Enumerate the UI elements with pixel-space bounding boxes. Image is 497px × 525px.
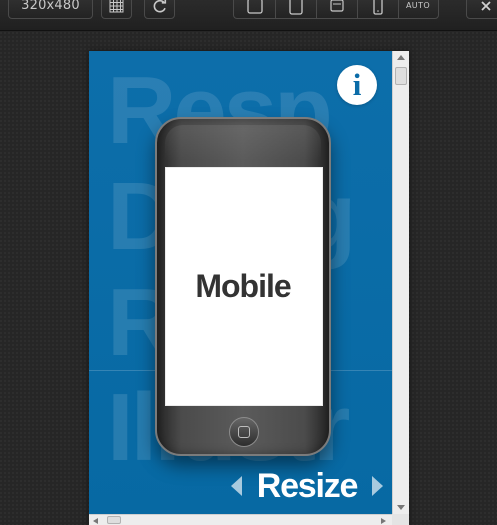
small-landscape-button[interactable] bbox=[316, 0, 358, 18]
close-button[interactable] bbox=[466, 0, 497, 19]
auto-button[interactable]: AUTO bbox=[398, 0, 438, 18]
phone-portrait-icon bbox=[372, 0, 383, 15]
resize-left-arrow-icon[interactable] bbox=[231, 476, 242, 496]
scroll-left-arrow-icon[interactable] bbox=[93, 518, 98, 524]
home-square-icon bbox=[238, 426, 250, 438]
horizontal-scrollbar[interactable] bbox=[89, 514, 409, 525]
resolution-button[interactable]: 320x480 bbox=[8, 0, 93, 19]
top-toolbar: 320x480 AUTO bbox=[0, 0, 497, 31]
resize-right-arrow-icon[interactable] bbox=[372, 476, 383, 496]
grid-icon bbox=[109, 0, 124, 13]
scroll-up-arrow-icon[interactable] bbox=[397, 55, 405, 60]
small-landscape-icon bbox=[329, 0, 344, 12]
device-viewport: Resp Desig Resp Illustr i Mobile Resize bbox=[89, 51, 409, 525]
responsive-content: Resp Desig Resp Illustr i Mobile Resize bbox=[89, 51, 392, 514]
info-icon: i bbox=[352, 67, 362, 102]
tablet-landscape-button[interactable] bbox=[234, 0, 276, 18]
mobile-label: Mobile bbox=[195, 268, 291, 304]
tablet-portrait-button[interactable] bbox=[275, 0, 317, 18]
resize-label: Resize bbox=[256, 467, 359, 505]
grid-toggle-button[interactable] bbox=[101, 0, 132, 19]
rotate-button[interactable] bbox=[144, 0, 175, 19]
tablet-landscape-icon bbox=[246, 0, 263, 14]
scroll-corner bbox=[392, 514, 409, 525]
resize-control[interactable]: Resize bbox=[231, 467, 383, 505]
home-button-icon bbox=[229, 417, 259, 447]
horizontal-scroll-thumb[interactable] bbox=[107, 516, 121, 524]
tablet-portrait-icon bbox=[288, 0, 303, 15]
scroll-down-arrow-icon[interactable] bbox=[397, 505, 405, 510]
info-button[interactable]: i bbox=[337, 65, 377, 105]
scroll-right-arrow-icon[interactable] bbox=[381, 518, 386, 524]
auto-label: AUTO bbox=[405, 1, 431, 10]
mobile-portrait-button[interactable] bbox=[357, 0, 399, 18]
phone-screen: Mobile bbox=[165, 167, 323, 406]
vertical-scrollbar[interactable] bbox=[392, 51, 409, 514]
rotate-icon bbox=[153, 0, 166, 12]
phone-mockup: Mobile bbox=[155, 117, 331, 456]
device-button-group: AUTO bbox=[233, 0, 439, 19]
vertical-scroll-thumb[interactable] bbox=[395, 67, 407, 85]
close-icon bbox=[481, 0, 491, 11]
resolution-label: 320x480 bbox=[21, 0, 80, 13]
